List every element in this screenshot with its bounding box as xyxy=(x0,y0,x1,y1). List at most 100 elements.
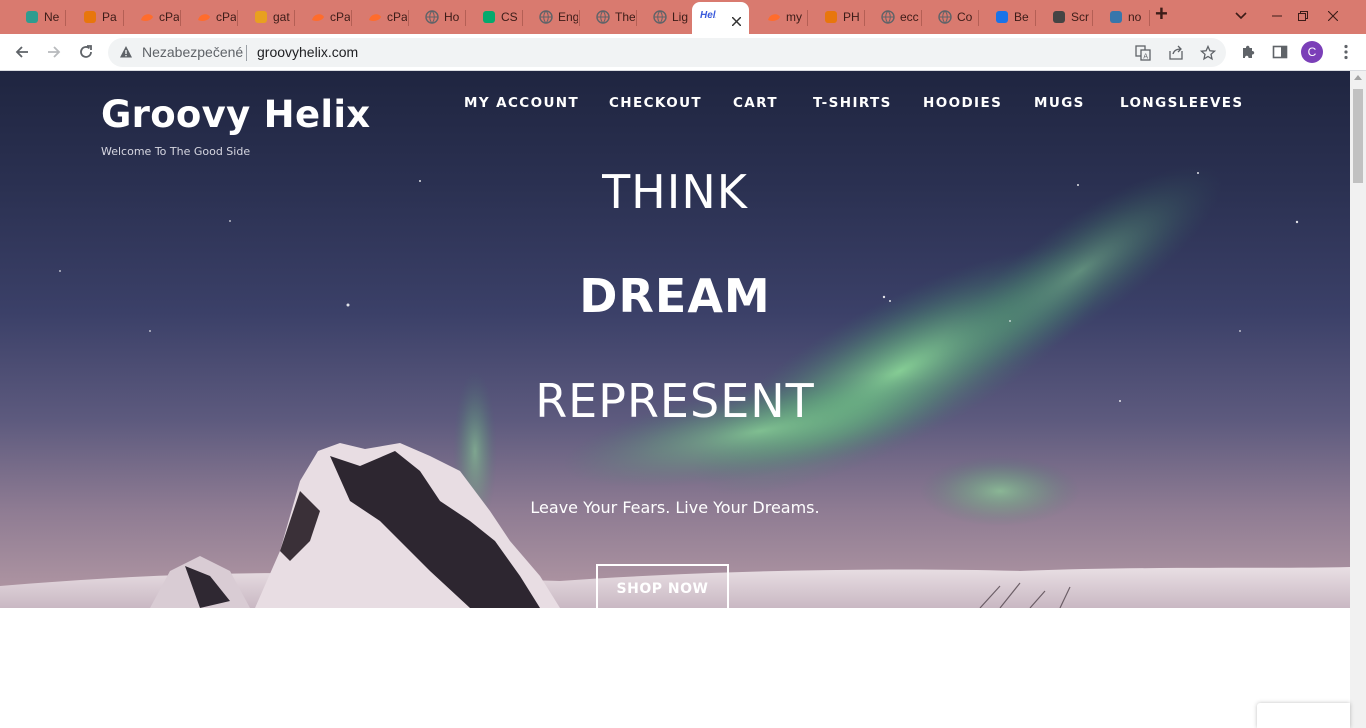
tab-title: cPa xyxy=(387,10,407,24)
p-logo-icon xyxy=(1052,10,1066,24)
warning-icon[interactable] xyxy=(119,45,133,59)
tab-search-button[interactable] xyxy=(1234,6,1248,26)
browser-tab[interactable]: Heli xyxy=(692,2,749,34)
globe-icon xyxy=(938,10,952,24)
shop-now-button[interactable]: SHOP NOW xyxy=(596,564,729,608)
b-logo-icon xyxy=(995,10,1009,24)
recaptcha-badge[interactable] xyxy=(1257,703,1350,728)
browser-tab[interactable]: my xyxy=(750,4,806,30)
extensions-puzzle-icon[interactable] xyxy=(1238,42,1258,62)
tab-title: no xyxy=(1128,10,1142,24)
cpanel-icon xyxy=(140,10,154,24)
netlify-icon xyxy=(25,10,39,24)
close-icon xyxy=(1328,11,1338,21)
globe-icon xyxy=(596,10,610,24)
browser-tab[interactable]: no xyxy=(1092,4,1148,30)
globe-icon xyxy=(653,10,667,24)
svg-text:A: A xyxy=(1143,52,1148,60)
tab-title: CS xyxy=(501,10,518,24)
hero-heading-dream: DREAM xyxy=(579,269,771,323)
arrow-left-icon xyxy=(15,46,28,58)
tab-title: Ho xyxy=(444,10,460,24)
tab-title: Scr xyxy=(1071,10,1089,24)
browser-tab[interactable]: cPa xyxy=(123,4,179,30)
chevron-down-icon xyxy=(1235,12,1247,20)
browser-tab[interactable]: gat xyxy=(237,4,293,30)
close-tab-icon[interactable] xyxy=(731,13,742,29)
browser-tab[interactable]: Scr xyxy=(1035,4,1091,30)
tab-title: cPa xyxy=(330,10,350,24)
gatsby-icon xyxy=(254,10,268,24)
close-window-button[interactable] xyxy=(1310,2,1356,30)
tab-title: gat xyxy=(273,10,290,24)
hero-heading-think: THINK xyxy=(602,165,748,219)
new-tab-button[interactable]: + xyxy=(1155,3,1168,25)
nav-hoodies[interactable]: HOODIES xyxy=(923,95,1002,111)
nav-longsleeves[interactable]: LONGSLEEVES xyxy=(1120,95,1244,111)
browser-tab[interactable]: Co xyxy=(921,4,977,30)
profile-avatar[interactable]: C xyxy=(1301,41,1323,63)
site-tagline: Welcome To The Good Side xyxy=(101,145,251,158)
arrow-right-icon xyxy=(48,46,61,58)
nav-t-shirts[interactable]: T-SHIRTS xyxy=(813,95,892,111)
browser-tab[interactable]: cPa xyxy=(180,4,236,30)
php-icon xyxy=(824,10,838,24)
nav-checkout[interactable]: CHECKOUT xyxy=(609,95,702,111)
nav-my-account[interactable]: MY ACCOUNT xyxy=(464,95,579,111)
tab-title: PH xyxy=(843,10,860,24)
tab-strip: Ne Pa cPa cPa gat cPa cPa Ho CS Eng The Lig Heli my PH… xyxy=(0,0,1366,34)
browser-toolbar: Nezabezpečené groovyhelix.com A C xyxy=(0,34,1366,71)
security-status-label[interactable]: Nezabezpečené xyxy=(142,44,243,60)
side-panel-icon[interactable] xyxy=(1270,42,1290,62)
python-icon xyxy=(1109,10,1123,24)
scroll-up-arrow-icon[interactable] xyxy=(1354,75,1362,80)
cpanel-icon xyxy=(767,10,781,24)
translate-icon[interactable]: A xyxy=(1134,44,1152,62)
browser-tab[interactable]: Pa xyxy=(66,4,122,30)
address-bar[interactable]: Nezabezpečené groovyhelix.com A xyxy=(108,38,1226,67)
tab-title: The xyxy=(615,10,635,24)
tab-title: Co xyxy=(957,10,973,24)
bookmark-star-icon[interactable] xyxy=(1199,44,1217,62)
tab-title: Lig xyxy=(672,10,689,24)
hero-section: Groovy Helix Welcome To The Good Side MY… xyxy=(0,71,1350,608)
browser-tab[interactable]: CS xyxy=(465,4,521,30)
tab-separator xyxy=(1149,10,1150,26)
divider xyxy=(246,45,247,61)
menu-kebab-icon[interactable] xyxy=(1336,42,1356,62)
browser-tab[interactable]: cPa xyxy=(294,4,350,30)
browser-tab[interactable]: Ho xyxy=(408,4,464,30)
t-logo-icon xyxy=(83,10,97,24)
nav-cart[interactable]: CART xyxy=(733,95,778,111)
cpanel-icon xyxy=(197,10,211,24)
cpanel-icon xyxy=(311,10,325,24)
tab-title: Ne xyxy=(44,10,60,24)
url-text[interactable]: groovyhelix.com xyxy=(257,44,358,60)
browser-tab[interactable]: ecc xyxy=(864,4,920,30)
tab-title: my xyxy=(786,10,802,24)
globe-icon xyxy=(881,10,895,24)
reload-button[interactable] xyxy=(75,41,97,63)
page-scrollbar[interactable] xyxy=(1350,71,1366,728)
share-icon[interactable] xyxy=(1167,44,1185,62)
forward-button[interactable] xyxy=(43,41,65,63)
reload-icon xyxy=(80,45,92,58)
tab-title: Eng xyxy=(558,10,578,24)
tab-title: Heli xyxy=(700,10,716,21)
browser-tab[interactable]: Eng xyxy=(522,4,578,30)
tab-title: cPa xyxy=(216,10,236,24)
browser-tab[interactable]: The xyxy=(579,4,635,30)
browser-tab[interactable]: PH xyxy=(807,4,863,30)
browser-tab[interactable]: Be xyxy=(978,4,1034,30)
globe-icon xyxy=(539,10,553,24)
scrollbar-thumb[interactable] xyxy=(1353,89,1363,183)
tab-title: cPa xyxy=(159,10,179,24)
browser-tab[interactable]: Ne xyxy=(8,4,64,30)
nav-mugs[interactable]: MUGS xyxy=(1034,95,1085,111)
browser-tab[interactable]: cPa xyxy=(351,4,407,30)
restore-icon xyxy=(1298,11,1308,21)
hero-subtitle: Leave Your Fears. Live Your Dreams. xyxy=(530,498,820,517)
browser-tab[interactable]: Lig xyxy=(636,4,692,30)
back-button[interactable] xyxy=(11,41,33,63)
tab-title: ecc xyxy=(900,10,919,24)
